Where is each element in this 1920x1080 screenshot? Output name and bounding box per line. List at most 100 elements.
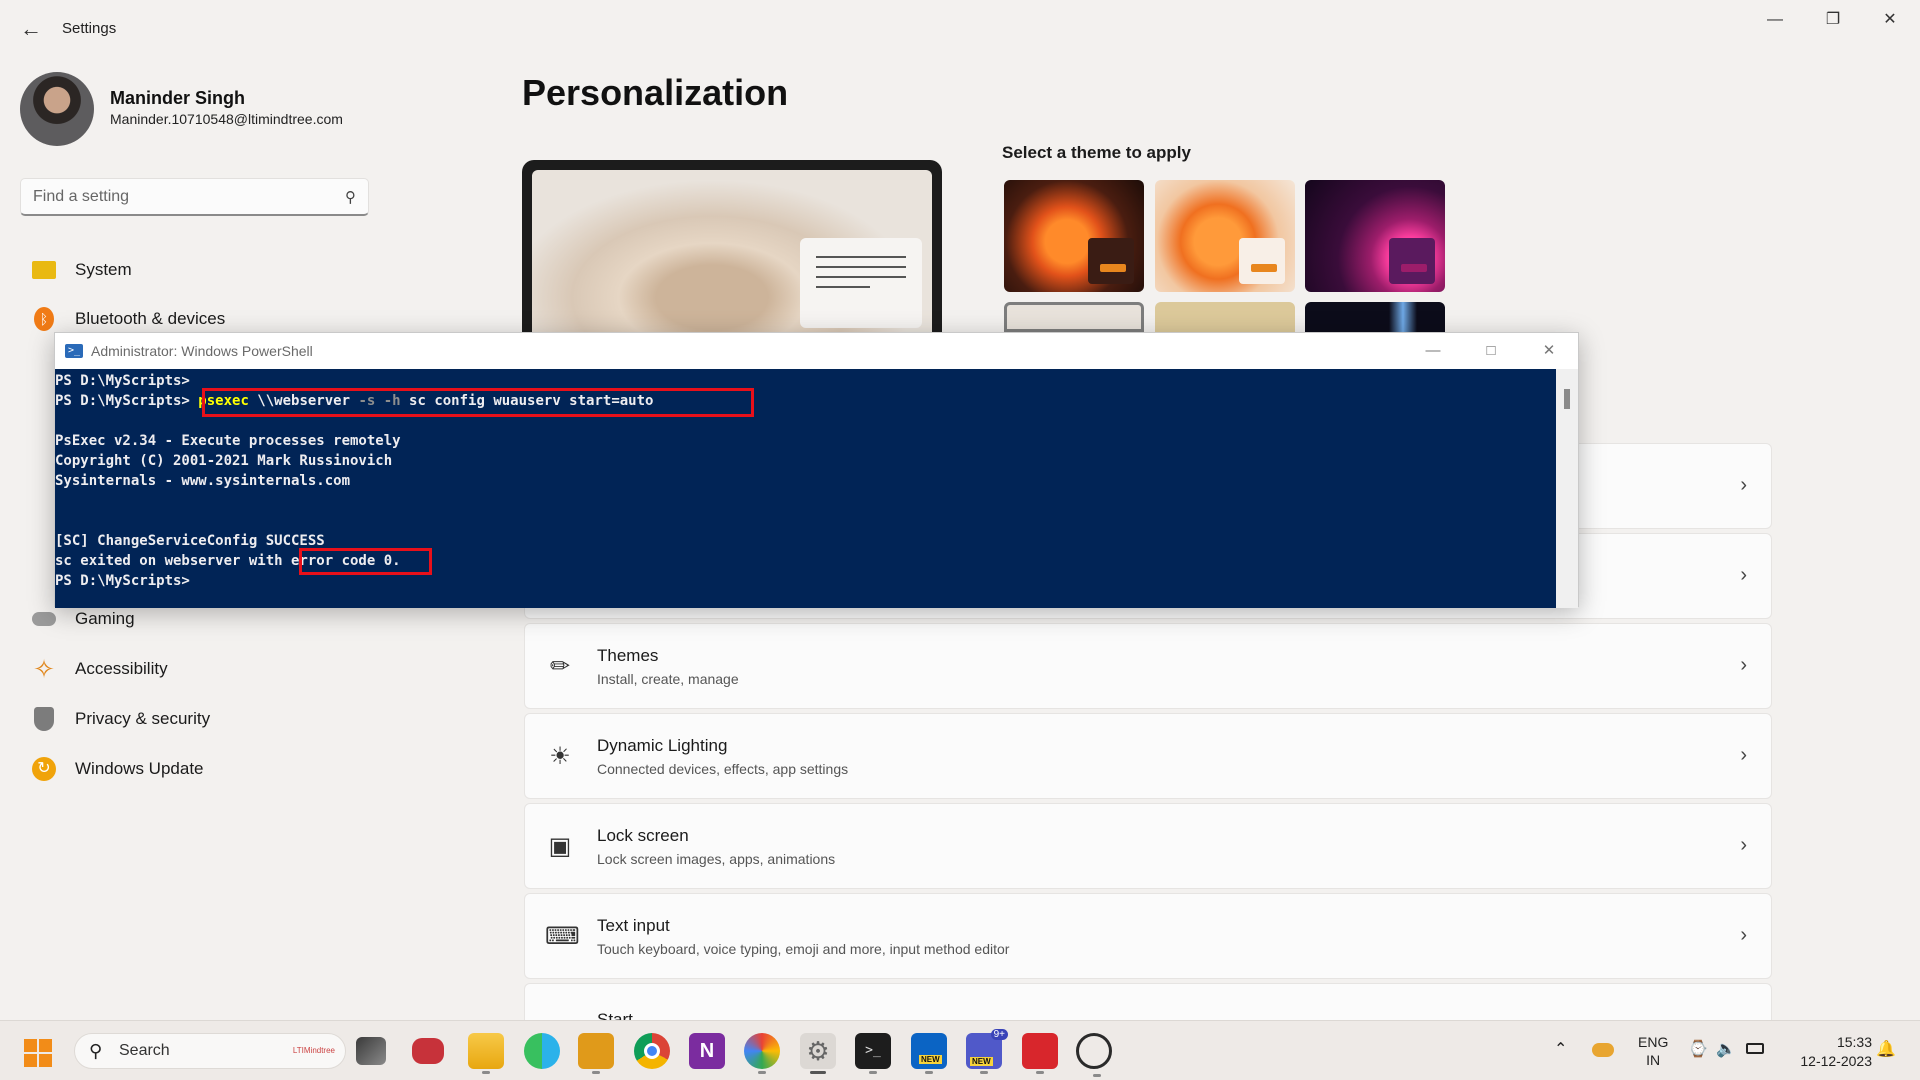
theme-thumb-glow[interactable]	[1305, 180, 1445, 292]
console-output[interactable]: PS D:\MyScripts> PS D:\MyScripts> psexec…	[55, 369, 1558, 608]
console-line: PS D:\MyScripts>	[55, 373, 190, 389]
onenote-icon[interactable]: N	[689, 1033, 725, 1069]
volume-icon[interactable]: 🔈	[1716, 1039, 1736, 1059]
settings-search-box[interactable]: ⚲	[20, 178, 369, 216]
title-bar: ← Settings — ❐ ✕	[0, 0, 1920, 60]
theme-accent-swatch	[1251, 264, 1277, 272]
chevron-right-icon: ›	[1740, 834, 1747, 856]
edge-icon[interactable]	[524, 1033, 560, 1069]
minimize-button[interactable]: —	[1745, 6, 1805, 34]
windows-logo-tile	[24, 1054, 37, 1067]
setting-row-start[interactable]: Start	[524, 983, 1772, 1020]
close-button[interactable]: ✕	[1860, 6, 1920, 34]
clock-date: 12-12-2023	[1800, 1053, 1872, 1069]
teams-icon[interactable]: 9+ NEW	[966, 1029, 1008, 1074]
onedrive-icon[interactable]	[1592, 1043, 1614, 1057]
lighting-icon: ☀	[549, 743, 571, 770]
sidebar-item-label: Windows Update	[75, 759, 204, 778]
row-title: Start	[597, 1010, 633, 1020]
bluetooth-icon: ᛒ	[34, 307, 54, 331]
chevron-right-icon: ›	[1740, 654, 1747, 676]
avatar[interactable]	[20, 72, 94, 146]
running-indicator	[1093, 1074, 1101, 1077]
shield-icon	[34, 707, 54, 731]
powershell-window: >_ Administrator: Windows PowerShell — □…	[54, 332, 1579, 608]
row-title: Themes	[597, 646, 659, 665]
sidebar-item-label: Accessibility	[75, 659, 168, 678]
ps-minimize-button[interactable]: —	[1405, 337, 1461, 365]
back-button[interactable]: ←	[18, 16, 44, 42]
preview-line	[816, 266, 906, 268]
video-call-icon[interactable]	[412, 1038, 444, 1064]
language-code: ENG	[1638, 1034, 1669, 1050]
running-indicator	[482, 1071, 490, 1074]
terminal-icon[interactable]: >_	[855, 1033, 891, 1074]
clock-time: 15:33	[1836, 1034, 1872, 1050]
setting-row-dynamic-lighting[interactable]: ☀ Dynamic Lighting Connected devices, ef…	[524, 713, 1772, 799]
new-badge: NEW	[970, 1057, 993, 1066]
console-scrollbar[interactable]	[1556, 369, 1578, 608]
start-button[interactable]	[24, 1039, 52, 1067]
theme-thumb-night[interactable]	[1305, 302, 1445, 332]
settings-gear-icon[interactable]: ⚙	[800, 1033, 836, 1074]
row-subtitle: Lock screen images, apps, animations	[597, 851, 836, 867]
taskbar-search[interactable]: ⚲ Search LTIMindtree	[74, 1033, 346, 1069]
theme-thumb-sand[interactable]	[1155, 302, 1295, 332]
theme-window-swatch	[1389, 238, 1435, 284]
taskbar: ⚲ Search LTIMindtree N ⚙ >_ NEW 9+ NEW ⌃…	[0, 1020, 1920, 1080]
theme-heading: Select a theme to apply	[1002, 143, 1191, 162]
console-line: PsExec v2.34 - Execute processes remotel…	[55, 433, 401, 449]
search-input[interactable]	[33, 186, 333, 208]
snipping-tool-icon[interactable]	[1022, 1033, 1058, 1074]
language-indicator[interactable]: ENG IN	[1638, 1033, 1668, 1069]
notification-bell-icon[interactable]: 🔔	[1876, 1039, 1896, 1059]
sidebar-item-windows-update[interactable]: ↻ Windows Update	[20, 747, 380, 791]
system-icon	[32, 261, 56, 279]
theme-thumb-dark-bloom[interactable]	[1004, 180, 1144, 292]
theme-thumb-light-bloom[interactable]	[1155, 180, 1295, 292]
sidebar-item-system[interactable]: System	[20, 248, 380, 292]
sidebar-item-label: Gaming	[75, 609, 135, 628]
running-indicator	[592, 1071, 600, 1074]
running-indicator	[980, 1071, 988, 1074]
setting-row-text-input[interactable]: ⌨ Text input Touch keyboard, voice typin…	[524, 893, 1772, 979]
store-icon[interactable]	[578, 1033, 614, 1074]
chrome-icon[interactable]	[634, 1033, 670, 1069]
preview-line	[816, 256, 906, 258]
profile-name: Maninder Singh	[110, 88, 245, 108]
clock-app-icon[interactable]	[1076, 1033, 1112, 1077]
outlook-icon[interactable]: NEW	[911, 1033, 947, 1074]
console-exit-text: sc exited on webserver with	[55, 553, 283, 569]
setting-row-themes[interactable]: ✏ Themes Install, create, manage ›	[524, 623, 1772, 709]
running-indicator	[925, 1071, 933, 1074]
theme-accent-swatch	[1401, 264, 1427, 272]
ps-close-button[interactable]: ✕	[1521, 337, 1577, 365]
file-explorer-icon[interactable]	[468, 1033, 504, 1074]
chevron-right-icon: ›	[1740, 924, 1747, 946]
ps-maximize-button[interactable]: □	[1463, 337, 1519, 365]
clock[interactable]: 15:33 12-12-2023	[1782, 1033, 1872, 1071]
row-subtitle: Connected devices, effects, app settings	[597, 761, 849, 777]
sidebar-item-label: Bluetooth & devices	[75, 309, 226, 328]
theme-thumb-selected[interactable]	[1004, 302, 1144, 332]
chrome-dev-icon[interactable]	[744, 1033, 780, 1074]
theme-window-swatch	[1088, 238, 1134, 284]
brush-icon: ✏	[549, 653, 571, 680]
notification-count-badge: 9+	[990, 1029, 1008, 1040]
battery-icon[interactable]	[1746, 1043, 1764, 1054]
sidebar-item-privacy[interactable]: Privacy & security	[20, 697, 380, 741]
setting-row-lock-screen[interactable]: ▣ Lock screen Lock screen images, apps, …	[524, 803, 1772, 889]
theme-window-swatch	[1239, 238, 1285, 284]
search-icon: ⚲	[345, 189, 356, 206]
windows-logo-tile	[39, 1054, 52, 1067]
task-view-icon[interactable]	[356, 1037, 386, 1065]
region-code: IN	[1646, 1052, 1661, 1068]
chevron-up-icon[interactable]: ⌃	[1554, 1039, 1567, 1059]
scrollbar-thumb[interactable]	[1564, 389, 1570, 409]
sidebar-item-accessibility[interactable]: ✧ Accessibility	[20, 647, 380, 691]
chevron-right-icon: ›	[1740, 474, 1747, 496]
new-badge: NEW	[919, 1055, 942, 1064]
restore-button[interactable]: ❐	[1803, 6, 1863, 34]
wifi-icon[interactable]: ⌚	[1688, 1039, 1708, 1059]
keyboard-icon: ⌨	[545, 923, 580, 950]
